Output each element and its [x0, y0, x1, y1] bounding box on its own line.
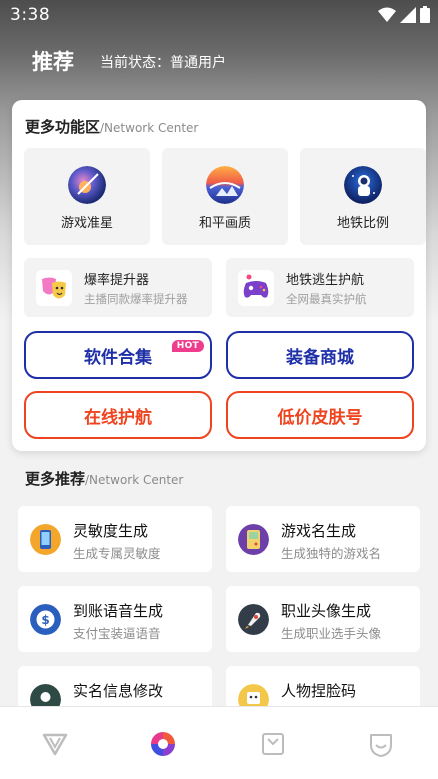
online-escort-button[interactable]: 在线护航 [24, 391, 212, 439]
handheld-console-icon [238, 524, 269, 555]
more-recommend-heading: 更多推荐 /Network Center [25, 468, 183, 489]
rec-title: 人物捏脸码 [281, 682, 357, 700]
hot-badge: HOT [171, 340, 204, 352]
page-title: 推荐 [32, 50, 74, 74]
tile-game-crosshair[interactable]: 游戏准星 [24, 148, 150, 245]
rec-title: 职业头像生成 [281, 602, 372, 620]
rec-item-sensitivity[interactable]: 灵敏度生成 生成专属灵敏度 [18, 506, 212, 572]
tile-peace-quality[interactable]: 和平画质 [162, 148, 288, 245]
more-features-card: 更多功能区 /Network Center 游戏准星 和平画质 地铁比例 爆率提… [12, 100, 426, 451]
wifi-icon [378, 7, 396, 22]
nav-item-profile[interactable] [366, 729, 396, 759]
rec-title: 到账语音生成 [73, 602, 164, 620]
tile-desc: 全网最真实护航 [286, 292, 367, 306]
tile-metro-ratio[interactable]: 地铁比例 [300, 148, 426, 245]
rec-item-payment-voice[interactable]: $ 到账语音生成 支付宝装逼语音 [18, 586, 212, 652]
software-collection-button[interactable]: 软件合集 HOT [24, 331, 212, 379]
tile-drop-rate-booster[interactable]: 爆率提升器 主播同款爆率提升器 [24, 258, 212, 317]
tile-label: 游戏准星 [60, 216, 113, 231]
section-subtitle: /Network Center [100, 121, 199, 135]
status-time: 3:38 [10, 5, 51, 25]
rec-desc: 生成职业选手头像 [281, 626, 382, 641]
rocket-avatar-icon [238, 604, 269, 635]
tile-metro-escort[interactable]: 地铁逃生护航 全网最真实护航 [226, 258, 414, 317]
rec-title: 实名信息修改 [73, 682, 164, 700]
rec-desc: 生成独特的游戏名 [281, 546, 382, 561]
rec-title: 灵敏度生成 [73, 522, 149, 540]
nav-item-recommend[interactable] [148, 729, 178, 759]
gamepad-icon [238, 270, 274, 306]
tile-title: 爆率提升器 [84, 273, 150, 288]
section-subtitle: /Network Center [85, 473, 184, 487]
nav-item-home[interactable] [40, 729, 70, 759]
rec-title: 游戏名生成 [281, 522, 357, 540]
equipment-store-button[interactable]: 装备商城 [226, 331, 414, 379]
recommend-circle-icon [151, 732, 175, 756]
button-label: 在线护航 [84, 407, 152, 428]
cheap-skin-account-button[interactable]: 低价皮肤号 [226, 391, 414, 439]
user-status-label: 当前状态：普通用户 [100, 55, 226, 71]
page-header: 推荐 当前状态：普通用户 [0, 44, 438, 80]
crosshair-planet-icon [68, 166, 106, 204]
tile-title: 地铁逃生护航 [286, 273, 365, 288]
bag-icon [262, 733, 284, 755]
tile-label: 地铁比例 [336, 216, 389, 231]
button-label: 软件合集 [84, 347, 152, 368]
section-title: 更多功能区 [25, 118, 101, 136]
battery-icon [420, 6, 430, 23]
cellular-signal-icon [400, 6, 416, 23]
profile-shield-icon [370, 734, 392, 757]
v-logo-icon [42, 733, 68, 756]
rec-desc: 生成专属灵敏度 [73, 546, 161, 561]
bottom-navigation [0, 706, 438, 779]
theater-masks-icon [36, 270, 72, 306]
astronaut-icon [344, 166, 382, 204]
button-label: 装备商城 [286, 347, 354, 368]
button-label: 低价皮肤号 [277, 407, 363, 428]
rec-item-pro-avatar[interactable]: 职业头像生成 生成职业选手头像 [226, 586, 420, 652]
more-features-heading: 更多功能区 /Network Center [25, 116, 198, 137]
tile-desc: 主播同款爆率提升器 [84, 292, 188, 306]
svg-text:$: $ [41, 613, 49, 627]
rec-item-game-name[interactable]: 游戏名生成 生成独特的游戏名 [226, 506, 420, 572]
status-icons [378, 6, 430, 23]
nav-item-bag[interactable] [258, 729, 288, 759]
colorful-planet-icon [206, 166, 244, 204]
coin-voice-icon: $ [30, 604, 61, 635]
rec-desc: 支付宝装逼语音 [73, 626, 161, 641]
section-title: 更多推荐 [25, 470, 86, 488]
phone-sensitivity-icon [30, 524, 61, 555]
tile-label: 和平画质 [198, 216, 251, 231]
status-bar: 3:38 [0, 0, 438, 30]
